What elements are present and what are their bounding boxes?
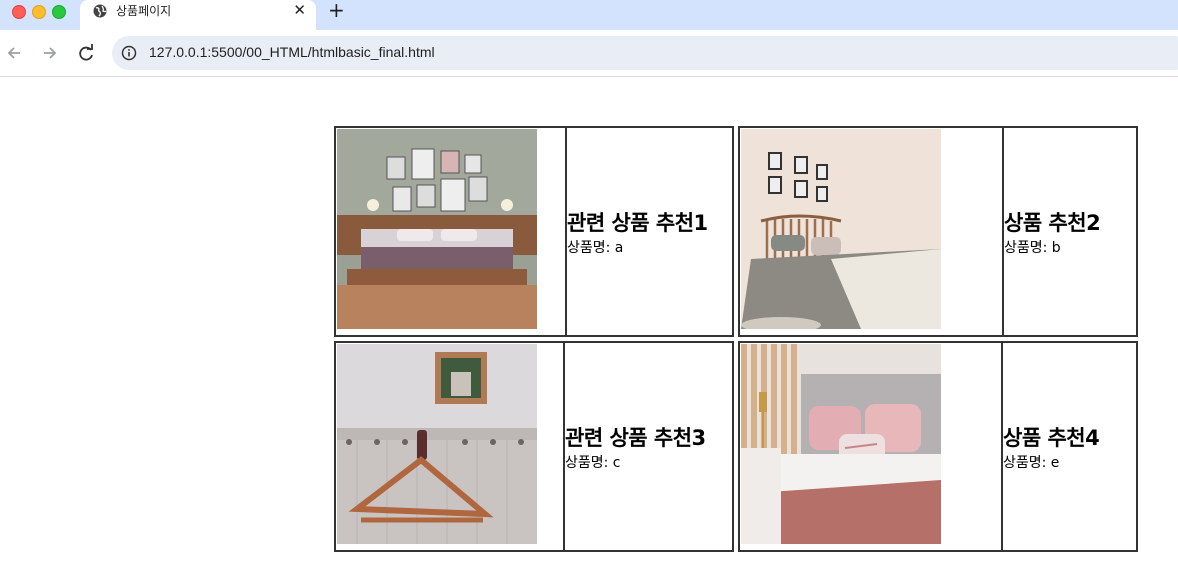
window-maximize-button[interactable]: [52, 5, 66, 19]
product-table: 관련 상품 추천1 상품명: a: [334, 126, 734, 337]
product-title: 관련 상품 추천3: [565, 425, 706, 450]
product-image: [337, 344, 537, 544]
product-table: 상품 추천2 상품명: b: [738, 126, 1138, 337]
info-icon[interactable]: [121, 45, 137, 61]
product-title: 상품 추천2: [1004, 210, 1101, 235]
product-title: 관련 상품 추천1: [567, 210, 708, 235]
product-title: 상품 추천4: [1003, 425, 1100, 450]
product-table: 관련 상품 추천3 상품명: c: [334, 341, 734, 552]
product-image-cell: [336, 128, 567, 335]
product-name-label: 상품명: b: [1004, 239, 1061, 256]
globe-icon: [92, 3, 108, 19]
product-name-label: 상품명: e: [1003, 454, 1060, 471]
tab-title: 상품페이지: [116, 4, 172, 18]
product-info-cell: 상품 추천2 상품명: b: [1004, 128, 1101, 335]
browser-toolbar: 127.0.0.1:5500/00_HTML/htmlbasic_final.h…: [0, 30, 1178, 77]
product-info-cell: 상품 추천4 상품명: e: [1003, 343, 1100, 550]
product-image-cell: [336, 343, 565, 550]
url-text: 127.0.0.1:5500/00_HTML/htmlbasic_final.h…: [149, 44, 435, 60]
product-image: [741, 344, 941, 544]
product-info-cell: 관련 상품 추천3 상품명: c: [565, 343, 706, 550]
product-name-label: 상품명: a: [567, 239, 624, 256]
plus-icon[interactable]: +: [328, 0, 345, 20]
product-table: 상품 추천4 상품명: e: [738, 341, 1138, 552]
window-close-button[interactable]: [12, 5, 26, 19]
browser-tab[interactable]: 상품페이지 ✕: [80, 0, 316, 30]
browser-tab-bar: 상품페이지 ✕ +: [0, 0, 1178, 30]
arrow-right-icon[interactable]: [38, 42, 60, 64]
product-image-cell: [740, 343, 1003, 550]
window-minimize-button[interactable]: [32, 5, 46, 19]
product-image: [337, 129, 537, 329]
reload-icon[interactable]: [75, 42, 97, 64]
address-bar[interactable]: 127.0.0.1:5500/00_HTML/htmlbasic_final.h…: [112, 36, 1178, 70]
close-icon[interactable]: ✕: [293, 1, 306, 19]
product-info-cell: 관련 상품 추천1 상품명: a: [567, 128, 708, 335]
product-name-label: 상품명: c: [565, 454, 621, 471]
product-image: [741, 129, 941, 329]
arrow-left-icon[interactable]: [4, 42, 26, 64]
product-image-cell: [740, 128, 1004, 335]
